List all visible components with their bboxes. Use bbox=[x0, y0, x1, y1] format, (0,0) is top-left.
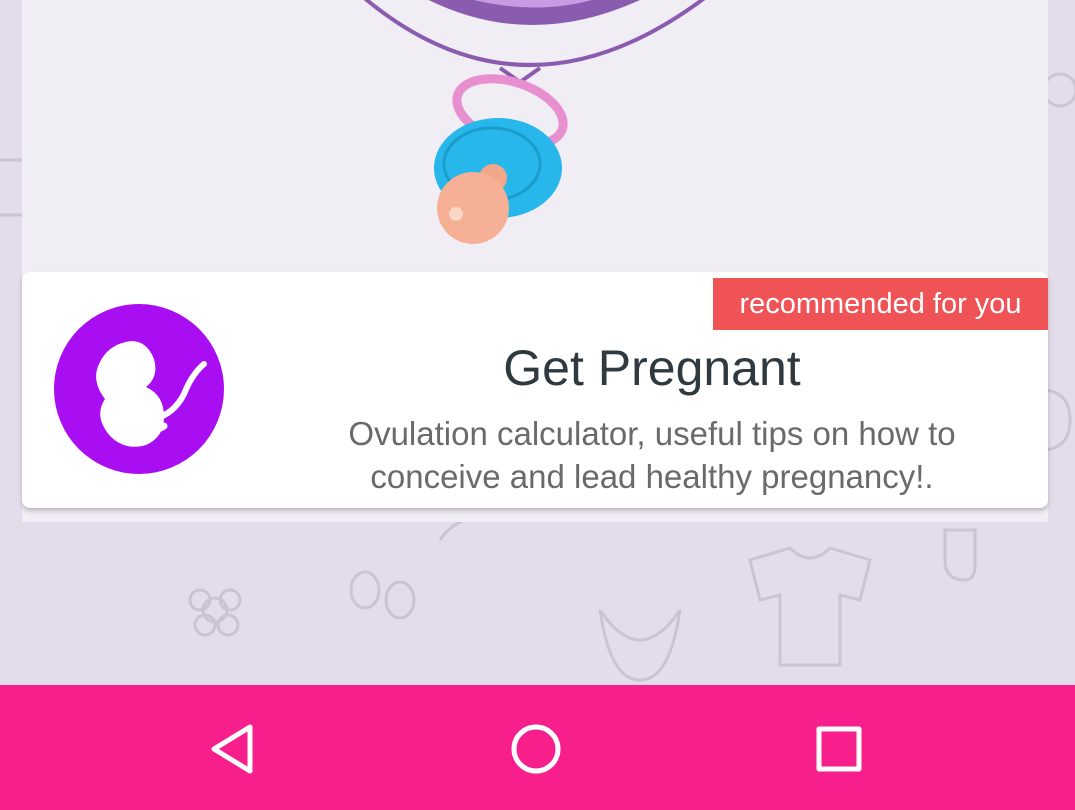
home-button[interactable] bbox=[508, 721, 564, 777]
ad-card[interactable]: recommended for you Get Pregnant Ovulati… bbox=[22, 272, 1048, 508]
ad-title: Get Pregnant bbox=[503, 340, 801, 396]
recents-square-icon bbox=[816, 726, 862, 772]
back-button[interactable] bbox=[206, 721, 262, 777]
back-triangle-icon bbox=[211, 724, 253, 774]
recommended-badge: recommended for you bbox=[713, 278, 1048, 330]
home-circle-icon bbox=[511, 724, 561, 774]
ad-description: Ovulation calculator, useful tips on how… bbox=[282, 412, 1022, 498]
ad-description-line-1: Ovulation calculator, useful tips on how… bbox=[348, 415, 956, 452]
fetus-icon bbox=[54, 304, 224, 474]
navigation-bar bbox=[0, 685, 1075, 810]
ad-description-line-2: conceive and lead healthy pregnancy!. bbox=[370, 458, 934, 495]
pacifier-illustration bbox=[363, 0, 706, 244]
recents-button[interactable] bbox=[811, 721, 867, 777]
